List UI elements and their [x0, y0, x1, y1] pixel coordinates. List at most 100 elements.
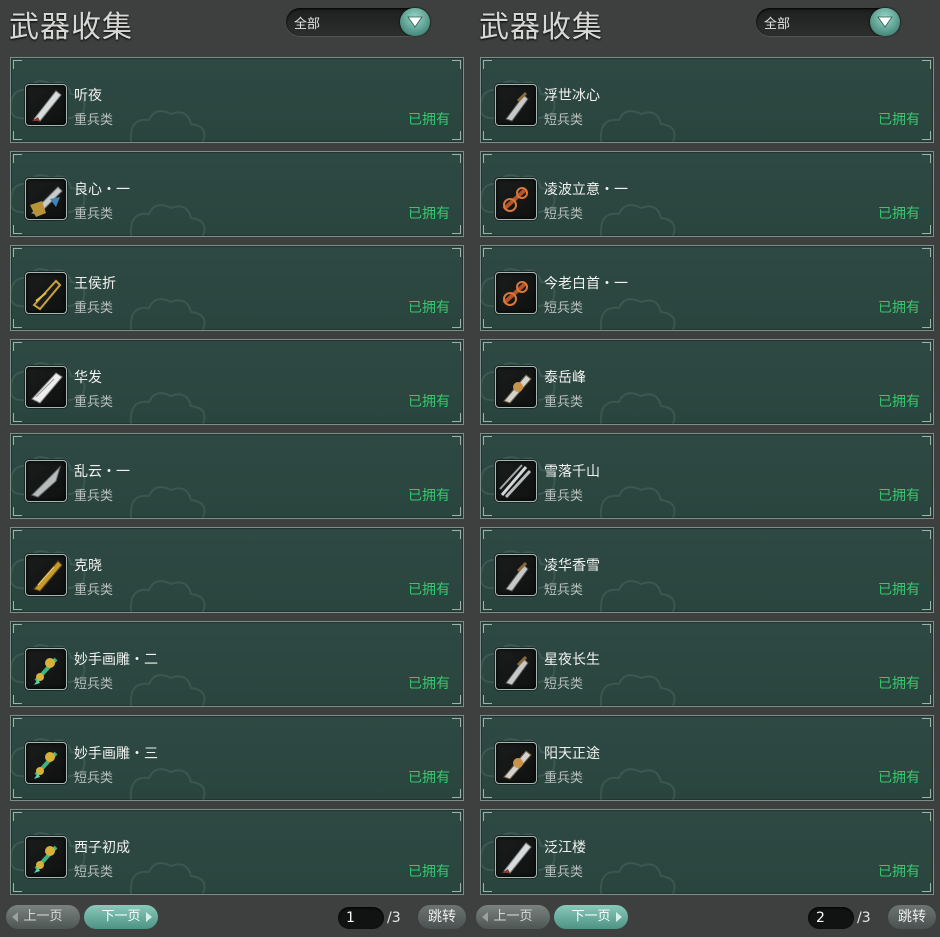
weapon-card[interactable]: 乱云・一 重兵类 已拥有	[10, 433, 464, 519]
card-corner	[452, 225, 461, 234]
short-weapon-red-icon[interactable]	[495, 178, 537, 220]
owned-status: 已拥有	[408, 770, 450, 786]
card-corner	[452, 319, 461, 328]
chevron-down-icon[interactable]	[400, 8, 430, 36]
filter-dropdown-value: 全部	[294, 17, 321, 32]
card-corner	[922, 624, 931, 633]
short-weapon-dagger-icon[interactable]	[495, 84, 537, 126]
filter-dropdown[interactable]: 全部	[756, 8, 900, 36]
weapon-card[interactable]: 妙手画雕・二 短兵类 已拥有	[10, 621, 464, 707]
weapon-name: 克晓	[74, 558, 102, 574]
cloud-pattern-icon	[591, 482, 681, 518]
weapon-card[interactable]: 西子初成 短兵类 已拥有	[10, 809, 464, 895]
card-corner	[922, 60, 931, 69]
card-corner	[452, 342, 461, 351]
jump-button[interactable]: 跳转	[888, 905, 936, 929]
heavy-blade-steel-icon[interactable]	[25, 460, 67, 502]
owned-status: 已拥有	[408, 206, 450, 222]
card-corner	[13, 342, 22, 351]
weapon-card[interactable]: 今老白首・一 短兵类 已拥有	[480, 245, 934, 331]
jump-button[interactable]: 跳转	[418, 905, 466, 929]
card-corner	[483, 789, 492, 798]
heavy-blade-triple-icon[interactable]	[495, 460, 537, 502]
card-corner	[483, 530, 492, 539]
weapon-name: 凌华香雪	[544, 558, 600, 574]
heavy-blade-silver-icon[interactable]	[495, 836, 537, 878]
owned-status: 已拥有	[408, 394, 450, 410]
weapon-card[interactable]: 良心・一 重兵类 已拥有	[10, 151, 464, 237]
card-corner	[483, 883, 492, 892]
weapon-card[interactable]: 凌波立意・一 短兵类 已拥有	[480, 151, 934, 237]
weapon-card[interactable]: 雪落千山 重兵类 已拥有	[480, 433, 934, 519]
owned-status: 已拥有	[408, 300, 450, 316]
arrow-left-icon	[482, 912, 488, 922]
card-corner	[13, 319, 22, 328]
weapon-card[interactable]: 泰岳峰 重兵类 已拥有	[480, 339, 934, 425]
short-weapon-dagger-icon[interactable]	[495, 648, 537, 690]
heavy-blade-bronze-icon[interactable]	[495, 742, 537, 784]
weapon-type: 短兵类	[74, 865, 114, 880]
weapon-type: 重兵类	[74, 489, 114, 504]
heavy-blade-bronze-icon[interactable]	[495, 366, 537, 408]
weapon-type: 短兵类	[544, 207, 584, 222]
short-weapon-dagger-icon[interactable]	[495, 554, 537, 596]
next-page-button[interactable]: 下一页	[554, 905, 628, 929]
weapon-type: 重兵类	[544, 395, 584, 410]
card-corner	[13, 131, 22, 140]
page-number-input[interactable]: 2	[808, 907, 854, 929]
cloud-pattern-icon	[121, 200, 211, 236]
heavy-blade-gold-icon[interactable]	[25, 272, 67, 314]
short-weapon-jade-icon[interactable]	[25, 648, 67, 690]
weapon-card[interactable]: 华发 重兵类 已拥有	[10, 339, 464, 425]
filter-dropdown[interactable]: 全部	[286, 8, 430, 36]
weapon-card[interactable]: 妙手画雕・三 短兵类 已拥有	[10, 715, 464, 801]
card-corner	[922, 225, 931, 234]
short-weapon-red-icon[interactable]	[495, 272, 537, 314]
weapon-card[interactable]: 凌华香雪 短兵类 已拥有	[480, 527, 934, 613]
card-corner	[922, 812, 931, 821]
cloud-pattern-icon	[591, 388, 681, 424]
weapon-type: 重兵类	[544, 865, 584, 880]
cloud-pattern-icon	[121, 670, 211, 706]
weapon-card[interactable]: 星夜长生 短兵类 已拥有	[480, 621, 934, 707]
panel-title: 武器收集	[9, 10, 133, 45]
card-corner	[452, 248, 461, 257]
cloud-pattern-icon	[121, 764, 211, 800]
card-corner	[922, 883, 931, 892]
heavy-blade-ornate-icon[interactable]	[25, 178, 67, 220]
card-corner	[483, 248, 492, 257]
card-corner	[13, 812, 22, 821]
prev-page-button[interactable]: 上一页	[476, 905, 550, 929]
short-weapon-jade-icon[interactable]	[25, 742, 67, 784]
page-number-input[interactable]: 1	[338, 907, 384, 929]
short-weapon-jade-icon[interactable]	[25, 836, 67, 878]
owned-status: 已拥有	[408, 676, 450, 692]
card-corner	[483, 436, 492, 445]
weapon-name: 西子初成	[74, 840, 130, 856]
weapon-type: 重兵类	[544, 489, 584, 504]
card-corner	[13, 530, 22, 539]
weapon-card[interactable]: 王侯折 重兵类 已拥有	[10, 245, 464, 331]
cloud-pattern-icon	[591, 576, 681, 612]
weapon-card[interactable]: 泛江楼 重兵类 已拥有	[480, 809, 934, 895]
card-corner	[452, 883, 461, 892]
weapon-card[interactable]: 听夜 重兵类 已拥有	[10, 57, 464, 143]
card-corner	[13, 248, 22, 257]
weapon-name: 王侯折	[74, 276, 116, 292]
weapon-card[interactable]: 克晓 重兵类 已拥有	[10, 527, 464, 613]
next-page-button[interactable]: 下一页	[84, 905, 158, 929]
card-corner	[13, 718, 22, 727]
weapon-card[interactable]: 阳天正途 重兵类 已拥有	[480, 715, 934, 801]
card-corner	[13, 507, 22, 516]
heavy-blade-golden-icon[interactable]	[25, 554, 67, 596]
card-corner	[13, 225, 22, 234]
prev-page-button[interactable]: 上一页	[6, 905, 80, 929]
arrow-left-icon	[12, 912, 18, 922]
card-corner	[483, 154, 492, 163]
chevron-down-icon[interactable]	[870, 8, 900, 36]
heavy-blade-white-icon[interactable]	[25, 366, 67, 408]
card-corner	[483, 225, 492, 234]
weapon-name: 良心・一	[74, 182, 130, 198]
heavy-blade-silver-icon[interactable]	[25, 84, 67, 126]
weapon-card[interactable]: 浮世冰心 短兵类 已拥有	[480, 57, 934, 143]
